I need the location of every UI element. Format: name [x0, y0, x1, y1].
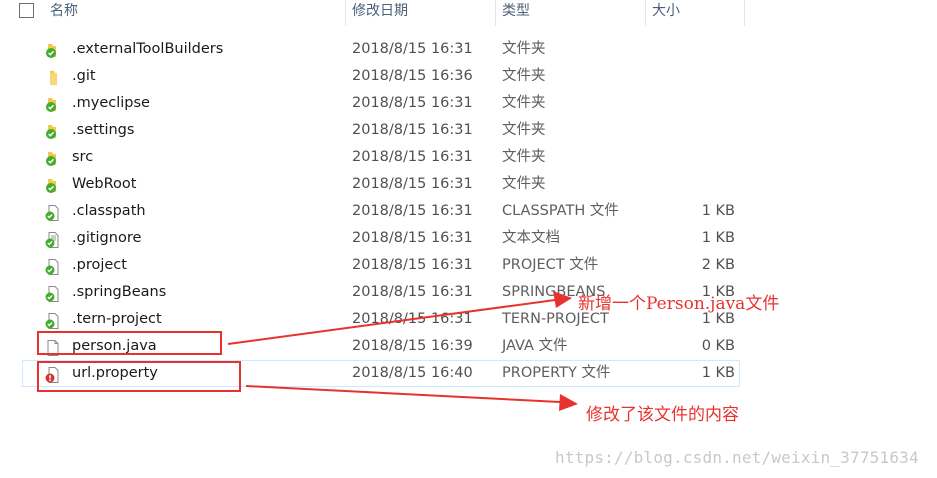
file-type: 文件夹 [502, 122, 546, 138]
text-file-synced-icon [45, 231, 61, 248]
file-row[interactable]: .settings 2018/8/15 16:31 文件夹 [0, 117, 745, 144]
file-row[interactable]: .classpath 2018/8/15 16:31 CLASSPATH 文件 … [0, 198, 745, 225]
file-type: 文件夹 [502, 149, 546, 165]
file-date: 2018/8/15 16:31 [352, 95, 473, 111]
file-row[interactable]: .git 2018/8/15 16:36 文件夹 [0, 63, 745, 90]
file-row[interactable]: WebRoot 2018/8/15 16:31 文件夹 [0, 171, 745, 198]
file-type: PROJECT 文件 [502, 257, 599, 273]
new-file-highlight-box [37, 331, 222, 355]
folder-synced-icon [45, 123, 61, 139]
file-name: .tern-project [72, 311, 162, 327]
file-type: 文件夹 [502, 176, 546, 192]
select-all-checkbox[interactable] [19, 3, 34, 18]
file-row[interactable]: src 2018/8/15 16:31 文件夹 [0, 144, 745, 171]
file-size: 0 KB [701, 338, 735, 354]
column-header-type[interactable]: 类型 [495, 0, 645, 26]
file-date: 2018/8/15 16:31 [352, 257, 473, 273]
file-name: .gitignore [72, 230, 142, 246]
file-size: 1 KB [701, 203, 735, 219]
file-synced-icon [45, 312, 61, 329]
file-type: 文件夹 [502, 68, 546, 84]
file-row[interactable]: .project 2018/8/15 16:31 PROJECT 文件 2 KB [0, 252, 745, 279]
file-date: 2018/8/15 16:36 [352, 68, 473, 84]
file-date: 2018/8/15 16:40 [352, 365, 473, 381]
file-name: .externalToolBuilders [72, 41, 224, 57]
column-header-size[interactable]: 大小 [645, 0, 745, 26]
column-header-name[interactable]: 名称 [44, 0, 345, 26]
file-size: 1 KB [701, 365, 735, 381]
file-synced-icon [45, 204, 61, 221]
file-type: CLASSPATH 文件 [502, 203, 619, 219]
file-date: 2018/8/15 16:39 [352, 338, 473, 354]
file-synced-icon [45, 285, 61, 302]
folder-synced-icon [45, 42, 61, 58]
file-type: 文本文档 [502, 230, 560, 246]
file-name: .git [72, 68, 96, 84]
file-date: 2018/8/15 16:31 [352, 203, 473, 219]
file-type: JAVA 文件 [502, 338, 568, 354]
file-size: 2 KB [701, 257, 735, 273]
file-row[interactable]: .gitignore 2018/8/15 16:31 文本文档 1 KB [0, 225, 745, 252]
file-name: .settings [72, 122, 135, 138]
modified-file-note: 修改了该文件的内容 [586, 405, 739, 425]
file-date: 2018/8/15 16:31 [352, 122, 473, 138]
file-row[interactable]: .myeclipse 2018/8/15 16:31 文件夹 [0, 90, 745, 117]
file-date: 2018/8/15 16:31 [352, 230, 473, 246]
watermark: https://blog.csdn.net/weixin_37751634 [555, 448, 919, 467]
file-row[interactable]: .externalToolBuilders 2018/8/15 16:31 文件… [0, 36, 745, 63]
folder-synced-icon [45, 96, 61, 112]
file-synced-icon [45, 258, 61, 275]
modified-file-arrow-head [559, 394, 578, 411]
folder-synced-icon [45, 177, 61, 193]
file-name: .springBeans [72, 284, 167, 300]
modified-file-highlight-box [37, 361, 241, 392]
file-name: src [72, 149, 94, 165]
file-name: .myeclipse [72, 95, 150, 111]
column-header-date[interactable]: 修改日期 [345, 0, 495, 26]
file-name: .classpath [72, 203, 146, 219]
column-header: 名称 修改日期 类型 大小 [0, 0, 745, 26]
modified-file-arrow [245, 385, 561, 403]
new-file-note: 新增一个Person.java文件 [578, 294, 780, 314]
file-size: 1 KB [701, 230, 735, 246]
file-name: .project [72, 257, 127, 273]
folder-icon [45, 69, 61, 85]
file-type: 文件夹 [502, 41, 546, 57]
file-type: 文件夹 [502, 95, 546, 111]
folder-synced-icon [45, 150, 61, 166]
file-name: WebRoot [72, 176, 137, 192]
file-date: 2018/8/15 16:31 [352, 311, 473, 327]
file-date: 2018/8/15 16:31 [352, 176, 473, 192]
file-type: PROPERTY 文件 [502, 365, 611, 381]
file-date: 2018/8/15 16:31 [352, 149, 473, 165]
file-date: 2018/8/15 16:31 [352, 41, 473, 57]
file-date: 2018/8/15 16:31 [352, 284, 473, 300]
